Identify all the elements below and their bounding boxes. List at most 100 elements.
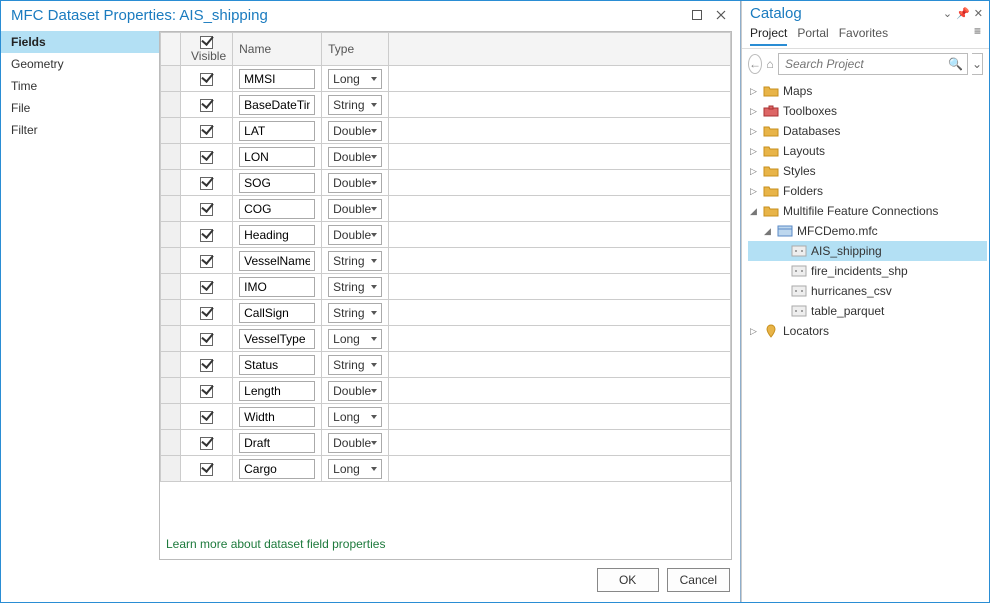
visible-checkbox[interactable] <box>200 333 213 346</box>
visible-checkbox[interactable] <box>200 463 213 476</box>
visible-checkbox[interactable] <box>200 385 213 398</box>
field-type-select[interactable]: Long <box>328 69 382 89</box>
visible-checkbox[interactable] <box>200 437 213 450</box>
field-name-input[interactable] <box>239 147 315 167</box>
tab-project[interactable]: Project <box>750 24 787 46</box>
tree-item[interactable]: ◢Multifile Feature Connections <box>748 201 987 221</box>
visible-checkbox[interactable] <box>200 359 213 372</box>
field-type-select[interactable]: Long <box>328 407 382 427</box>
field-type-select[interactable]: String <box>328 355 382 375</box>
tab-favorites[interactable]: Favorites <box>839 24 888 46</box>
visible-checkbox[interactable] <box>200 177 213 190</box>
ok-button[interactable]: OK <box>597 568 659 592</box>
field-name-input[interactable] <box>239 173 315 193</box>
field-type-select[interactable]: String <box>328 303 382 323</box>
field-name-input[interactable] <box>239 121 315 141</box>
tree-item[interactable]: ▷Toolboxes <box>748 101 987 121</box>
field-type-select[interactable]: String <box>328 95 382 115</box>
expander-icon[interactable]: ▷ <box>748 166 759 177</box>
expander-icon[interactable]: ▷ <box>748 146 759 157</box>
tree-item[interactable]: AIS_shipping <box>748 241 987 261</box>
visible-checkbox[interactable] <box>200 125 213 138</box>
field-name-input[interactable] <box>239 381 315 401</box>
field-name-input[interactable] <box>239 199 315 219</box>
tree-item[interactable]: fire_incidents_shp <box>748 261 987 281</box>
folder-icon <box>763 204 779 218</box>
catalog-close-icon[interactable]: ✕ <box>974 7 983 20</box>
maximize-button[interactable] <box>686 5 708 25</box>
sidebar-item-file[interactable]: File <box>1 97 159 119</box>
field-type-select[interactable]: Double <box>328 199 382 219</box>
table-row: Long <box>161 456 731 482</box>
visible-checkbox[interactable] <box>200 281 213 294</box>
visible-checkbox[interactable] <box>200 203 213 216</box>
expander-icon[interactable]: ▷ <box>748 186 759 197</box>
visible-checkbox[interactable] <box>200 255 213 268</box>
tree-item[interactable]: ▷Styles <box>748 161 987 181</box>
tree-item[interactable]: table_parquet <box>748 301 987 321</box>
visible-checkbox[interactable] <box>200 99 213 112</box>
expander-icon[interactable]: ▷ <box>748 106 759 117</box>
field-name-input[interactable] <box>239 355 315 375</box>
search-input[interactable] <box>783 56 944 72</box>
expander-icon[interactable]: ◢ <box>762 226 773 237</box>
dropdown-icon[interactable]: ⌄ <box>943 7 952 20</box>
expander-icon[interactable]: ▷ <box>748 86 759 97</box>
cancel-button[interactable]: Cancel <box>667 568 730 592</box>
field-name-input[interactable] <box>239 303 315 323</box>
learn-more-link[interactable]: Learn more about dataset field propertie… <box>160 529 731 559</box>
expander-icon[interactable]: ▷ <box>748 126 759 137</box>
field-type-select[interactable]: String <box>328 251 382 271</box>
field-name-input[interactable] <box>239 433 315 453</box>
field-name-input[interactable] <box>239 407 315 427</box>
field-type-select[interactable]: Double <box>328 225 382 245</box>
tree-item[interactable]: ▷Layouts <box>748 141 987 161</box>
sidebar-item-fields[interactable]: Fields <box>1 31 159 53</box>
field-name-input[interactable] <box>239 225 315 245</box>
tree-item[interactable]: ▷Folders <box>748 181 987 201</box>
field-type-select[interactable]: Double <box>328 121 382 141</box>
field-name-input[interactable] <box>239 459 315 479</box>
visible-all-checkbox[interactable] <box>200 36 213 49</box>
toolbox-icon <box>763 104 779 118</box>
home-icon[interactable]: ⌂ <box>766 56 774 72</box>
field-name-input[interactable] <box>239 95 315 115</box>
tree-item[interactable]: ▷Databases <box>748 121 987 141</box>
field-name-input[interactable] <box>239 251 315 271</box>
tree-item-label: table_parquet <box>811 304 884 318</box>
tab-portal[interactable]: Portal <box>797 24 828 46</box>
sidebar-item-geometry[interactable]: Geometry <box>1 53 159 75</box>
field-type-select[interactable]: Long <box>328 329 382 349</box>
field-name-input[interactable] <box>239 329 315 349</box>
field-type-select[interactable]: Double <box>328 381 382 401</box>
tree-item-label: AIS_shipping <box>811 244 882 258</box>
hamburger-icon[interactable]: ≡ <box>974 24 981 46</box>
visible-checkbox[interactable] <box>200 73 213 86</box>
visible-checkbox[interactable] <box>200 307 213 320</box>
table-row: String <box>161 352 731 378</box>
field-type-select[interactable]: Double <box>328 433 382 453</box>
close-button[interactable] <box>710 5 732 25</box>
pin-icon[interactable]: 📌 <box>956 7 970 20</box>
tree-item[interactable]: ▷Maps <box>748 81 987 101</box>
sidebar-item-filter[interactable]: Filter <box>1 119 159 141</box>
sidebar-item-time[interactable]: Time <box>1 75 159 97</box>
field-name-input[interactable] <box>239 277 315 297</box>
back-button[interactable]: ← <box>748 54 762 74</box>
expander-icon[interactable]: ▷ <box>748 326 759 337</box>
visible-checkbox[interactable] <box>200 411 213 424</box>
field-type-select[interactable]: String <box>328 277 382 297</box>
search-input-wrap: 🔍 <box>778 53 968 75</box>
visible-checkbox[interactable] <box>200 229 213 242</box>
field-name-input[interactable] <box>239 69 315 89</box>
tree-item[interactable]: ◢MFCDemo.mfc <box>748 221 987 241</box>
field-type-select[interactable]: Double <box>328 147 382 167</box>
search-icon[interactable]: 🔍 <box>948 57 963 71</box>
expander-icon[interactable]: ◢ <box>748 206 759 217</box>
visible-checkbox[interactable] <box>200 151 213 164</box>
tree-item[interactable]: hurricanes_csv <box>748 281 987 301</box>
tree-item[interactable]: ▷Locators <box>748 321 987 341</box>
field-type-select[interactable]: Double <box>328 173 382 193</box>
search-dropdown-icon[interactable]: ⌄ <box>972 53 983 75</box>
field-type-select[interactable]: Long <box>328 459 382 479</box>
